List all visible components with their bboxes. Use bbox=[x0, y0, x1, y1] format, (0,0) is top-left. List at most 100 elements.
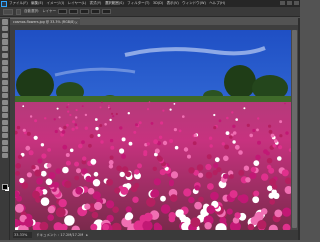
cosmos-flower bbox=[40, 170, 47, 177]
menu-view[interactable]: 表示(V) bbox=[167, 0, 179, 7]
more-tools-icon[interactable] bbox=[1, 153, 8, 159]
menu-image[interactable]: イメージ(I) bbox=[46, 0, 64, 7]
marquee-tool-icon[interactable] bbox=[1, 26, 8, 32]
align-center-icon[interactable] bbox=[69, 9, 79, 14]
gradient-tool-icon[interactable] bbox=[1, 92, 8, 99]
cosmos-flower bbox=[213, 126, 217, 130]
cosmos-flower bbox=[90, 158, 97, 165]
document-tab-title: cosmos-flowers.jpg @ 33.3% (RGB/8) bbox=[13, 20, 75, 24]
cosmos-flower bbox=[58, 127, 62, 130]
cosmos-flower bbox=[92, 179, 101, 187]
3d-mode-icon[interactable] bbox=[102, 9, 112, 14]
cosmos-flower bbox=[56, 107, 59, 110]
auto-select-checkbox[interactable] bbox=[16, 8, 21, 15]
minimize-icon[interactable] bbox=[280, 1, 285, 5]
eyedropper-tool-icon[interactable] bbox=[1, 52, 8, 59]
cosmos-flower bbox=[137, 163, 142, 169]
cosmos-flower bbox=[72, 120, 76, 124]
cosmos-flower bbox=[146, 197, 156, 207]
cosmos-flower bbox=[183, 188, 192, 197]
cosmos-flower bbox=[22, 105, 25, 108]
menu-window[interactable]: ウィンドウ(W) bbox=[182, 0, 206, 7]
cosmos-flower bbox=[210, 191, 219, 201]
menu-layer[interactable]: レイヤー(L) bbox=[68, 0, 87, 7]
cosmos-flower bbox=[36, 177, 43, 185]
tools-panel bbox=[0, 18, 10, 240]
cosmos-flower bbox=[87, 187, 95, 195]
vertical-scrollbar[interactable] bbox=[291, 30, 298, 230]
healing-brush-tool-icon[interactable] bbox=[1, 59, 8, 65]
align-left-icon[interactable] bbox=[58, 9, 68, 14]
pen-tool-icon[interactable] bbox=[1, 113, 8, 119]
dodge-tool-icon[interactable] bbox=[1, 106, 8, 112]
cosmos-flower bbox=[69, 113, 72, 117]
eraser-tool-icon[interactable] bbox=[1, 86, 8, 92]
blur-tool-icon[interactable] bbox=[1, 99, 8, 105]
crop-tool-icon[interactable] bbox=[1, 46, 8, 52]
align-right-icon[interactable] bbox=[80, 9, 90, 14]
cosmos-flower bbox=[193, 133, 197, 137]
cosmos-flower bbox=[115, 112, 118, 116]
cosmos-flower bbox=[169, 181, 174, 187]
auto-select-dropdown[interactable]: レイヤー bbox=[42, 9, 56, 14]
maximize-icon[interactable] bbox=[287, 1, 292, 5]
quick-select-tool-icon[interactable] bbox=[1, 39, 8, 45]
cosmos-flower bbox=[26, 172, 32, 178]
cosmos-flower bbox=[75, 126, 79, 130]
cosmos-flower bbox=[146, 142, 150, 146]
cosmos-flower bbox=[69, 148, 74, 153]
cosmos-flower bbox=[183, 147, 189, 152]
cosmos-flower bbox=[279, 134, 283, 138]
cosmos-field-photo bbox=[15, 30, 291, 230]
history-brush-tool-icon[interactable] bbox=[1, 79, 8, 85]
move-tool-icon[interactable] bbox=[1, 19, 8, 25]
menu-filter[interactable]: フィルター(T) bbox=[127, 0, 149, 7]
photoshop-logo-icon[interactable] bbox=[1, 0, 7, 7]
clone-stamp-tool-icon[interactable] bbox=[1, 72, 8, 79]
cosmos-flower bbox=[261, 173, 269, 181]
cosmos-flower bbox=[109, 138, 114, 143]
cosmos-flower bbox=[29, 115, 33, 118]
distribute-icon[interactable] bbox=[91, 9, 101, 14]
move-tool-preset-icon[interactable] bbox=[3, 8, 13, 15]
scrollbar-thumb[interactable] bbox=[292, 30, 297, 228]
brush-tool-icon[interactable] bbox=[1, 66, 8, 72]
cosmos-flower bbox=[235, 118, 238, 121]
cosmos-flower bbox=[284, 102, 286, 105]
type-tool-icon[interactable] bbox=[1, 119, 8, 125]
cosmos-flower bbox=[268, 167, 275, 174]
cosmos-flower bbox=[48, 172, 56, 180]
menu-type[interactable]: 書式(Y) bbox=[90, 0, 102, 7]
cosmos-flower bbox=[15, 171, 20, 176]
cosmos-flower bbox=[152, 166, 157, 171]
cosmos-flower bbox=[114, 187, 121, 194]
cosmos-flower bbox=[67, 110, 70, 113]
menu-select[interactable]: 選択範囲(S) bbox=[105, 0, 124, 7]
status-menu-arrow-icon[interactable]: ▸ bbox=[86, 233, 88, 237]
cosmos-flower bbox=[206, 205, 216, 214]
cosmos-flower bbox=[223, 155, 229, 162]
menu-file[interactable]: ファイル(F) bbox=[9, 0, 28, 7]
close-icon[interactable] bbox=[294, 1, 299, 5]
cosmos-flower bbox=[168, 212, 176, 220]
menu-edit[interactable]: 編集(E) bbox=[31, 0, 43, 7]
menu-help[interactable]: ヘルプ(H) bbox=[209, 0, 225, 7]
lasso-tool-icon[interactable] bbox=[1, 32, 8, 39]
cosmos-flower bbox=[213, 162, 219, 169]
document-canvas[interactable] bbox=[15, 30, 291, 230]
cosmos-flower bbox=[55, 207, 66, 218]
zoom-level-field[interactable]: 33.33% bbox=[13, 232, 32, 238]
hand-tool-icon[interactable] bbox=[1, 139, 8, 146]
cosmos-flower bbox=[249, 133, 253, 138]
document-tab[interactable]: cosmos-flowers.jpg @ 33.3% (RGB/8) × bbox=[10, 18, 80, 25]
menu-3d[interactable]: 3D(D) bbox=[153, 0, 163, 7]
cosmos-flower bbox=[47, 205, 56, 214]
shape-tool-icon[interactable] bbox=[1, 133, 8, 139]
foreground-color-swatch[interactable] bbox=[2, 184, 8, 190]
zoom-tool-icon[interactable] bbox=[1, 146, 8, 152]
cosmos-flower bbox=[170, 171, 179, 179]
path-select-tool-icon[interactable] bbox=[1, 126, 8, 132]
cosmos-flower bbox=[94, 118, 98, 121]
tab-close-icon[interactable]: × bbox=[75, 20, 78, 25]
cosmos-flower bbox=[111, 112, 114, 115]
